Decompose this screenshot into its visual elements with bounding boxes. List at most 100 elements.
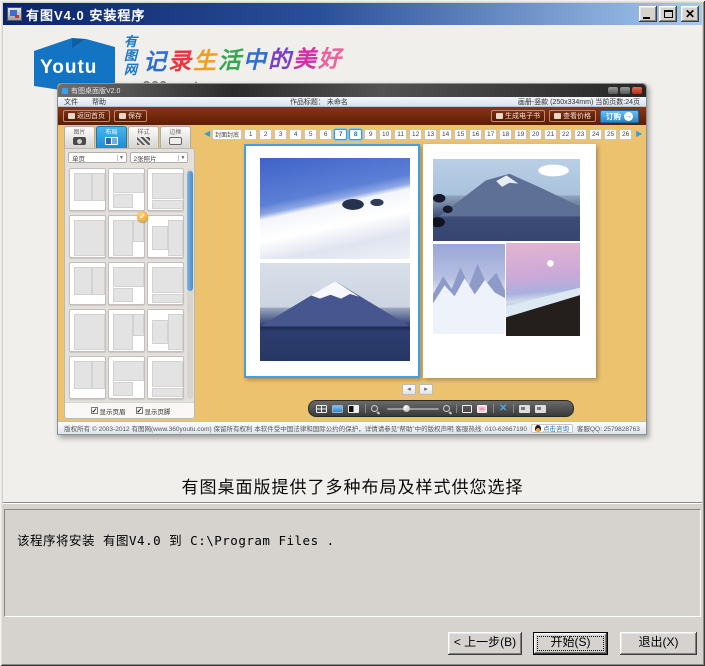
ebook-button[interactable]: 生成电子书 — [491, 110, 545, 122]
strip-right-arrow-icon[interactable]: ▶ — [636, 128, 642, 140]
page-button-7[interactable]: 7 — [334, 129, 347, 140]
page-button-17[interactable]: 17 — [484, 129, 497, 140]
page-button-25[interactable]: 25 — [604, 129, 617, 140]
page-button-1[interactable]: 1 — [244, 129, 257, 140]
photo-snow-peaks[interactable] — [433, 244, 505, 334]
page-button-20[interactable]: 20 — [529, 129, 542, 140]
show-header-checkbox[interactable]: ✓显示页眉 — [91, 406, 126, 416]
zoom-in-icon[interactable] — [443, 405, 450, 412]
layout-thumbnail[interactable] — [69, 356, 106, 399]
start-button[interactable]: 开始(S) — [533, 632, 608, 655]
qq-contact-button[interactable]: 点击咨询 — [531, 424, 573, 433]
page-button-19[interactable]: 19 — [514, 129, 527, 140]
page-button-11[interactable]: 11 — [394, 129, 407, 140]
photo-icon[interactable] — [519, 405, 530, 413]
maximize-button[interactable] — [659, 6, 677, 22]
layout-thumbnail[interactable] — [147, 215, 184, 258]
page-button-6[interactable]: 6 — [319, 129, 332, 140]
menu-help[interactable]: 帮助 — [92, 97, 106, 107]
layout-thumbnail[interactable]: ✓ — [108, 215, 145, 258]
grid-view-icon[interactable] — [316, 405, 327, 413]
slogan-char: 记 — [143, 48, 168, 74]
layout-thumbnail[interactable] — [108, 356, 145, 399]
photo-volcano[interactable] — [433, 159, 580, 241]
checkbox-check-icon: ✓ — [91, 407, 98, 414]
layout-thumbnail[interactable] — [108, 168, 145, 211]
page-button-3[interactable]: 3 — [274, 129, 287, 140]
app-maximize-icon[interactable] — [620, 87, 630, 94]
menu-file[interactable]: 文件 — [64, 97, 78, 107]
next-page-button[interactable]: ▸ — [419, 384, 433, 395]
border-icon — [169, 137, 182, 145]
sidebar-scrollbar[interactable] — [187, 169, 193, 399]
layout-thumbnail[interactable] — [147, 168, 184, 211]
single-page-icon[interactable] — [462, 405, 472, 413]
page-button-24[interactable]: 24 — [589, 129, 602, 140]
page-button-8[interactable]: 8 — [349, 129, 362, 140]
show-footer-checkbox[interactable]: ✓显示页脚 — [136, 406, 171, 416]
strip-left-arrow-icon[interactable]: ◀ — [204, 128, 210, 140]
page-button-2[interactable]: 2 — [259, 129, 272, 140]
page-button-16[interactable]: 16 — [469, 129, 482, 140]
layout-thumbnail[interactable] — [69, 215, 106, 258]
split-view-icon[interactable] — [348, 405, 359, 413]
back-button[interactable]: < 上一步(B) — [448, 632, 522, 655]
zoom-slider-handle[interactable] — [403, 405, 410, 412]
page-button-14[interactable]: 14 — [439, 129, 452, 140]
layout-thumbnail[interactable] — [69, 168, 106, 211]
app-titlebar: 有图桌面版V2.0 — [58, 84, 646, 97]
page-button-26[interactable]: 26 — [619, 129, 632, 140]
cover-pages-button[interactable]: 封面封底 — [212, 129, 242, 140]
page-type-select[interactable]: 单页 ▼ — [68, 152, 127, 163]
layout-thumbnail[interactable] — [147, 356, 184, 399]
zoom-out-icon[interactable] — [371, 405, 378, 412]
page-button-15[interactable]: 15 — [454, 129, 467, 140]
page-button-18[interactable]: 18 — [499, 129, 512, 140]
close-button[interactable]: ✕ — [681, 6, 699, 22]
swap-photos-icon[interactable]: ✕ — [499, 404, 507, 414]
layout-thumbnail[interactable] — [108, 309, 145, 352]
layout-thumbnail[interactable] — [108, 262, 145, 305]
page-button-12[interactable]: 12 — [409, 129, 422, 140]
page-button-13[interactable]: 13 — [424, 129, 437, 140]
tab-border[interactable]: 边框 — [160, 126, 191, 149]
ebook-icon — [496, 113, 503, 119]
layout-thumbnail[interactable] — [69, 309, 106, 352]
page-button-9[interactable]: 9 — [364, 129, 377, 140]
slope-dark — [506, 243, 580, 336]
page-button-10[interactable]: 10 — [379, 129, 392, 140]
zoom-slider[interactable] — [387, 408, 439, 410]
page-button-4[interactable]: 4 — [289, 129, 302, 140]
order-button[interactable]: 订购→ — [600, 110, 639, 123]
layout-thumbnail[interactable] — [147, 262, 184, 305]
photo-mount-fuji[interactable] — [260, 263, 410, 361]
photo-count-select[interactable]: 2张照片 ▼ — [130, 152, 189, 163]
right-page[interactable] — [423, 144, 596, 378]
tab-style[interactable]: 样式 — [128, 126, 159, 149]
scrollbar-thumb[interactable] — [187, 171, 193, 291]
left-page[interactable] — [244, 144, 420, 378]
slogan-char: 美 — [293, 46, 318, 72]
tab-pictures[interactable]: 图片 — [64, 126, 95, 149]
tab-layout[interactable]: 布局 — [96, 126, 127, 149]
prev-page-button[interactable]: ◂ — [402, 384, 416, 395]
home-button[interactable]: 返回首页 — [63, 110, 110, 122]
photo-snow-hill[interactable] — [260, 158, 410, 259]
page-button-23[interactable]: 23 — [574, 129, 587, 140]
layout-thumbnail[interactable] — [69, 262, 106, 305]
minimize-icon — [643, 17, 650, 19]
photo-add-icon[interactable] — [535, 405, 546, 413]
layout-thumbnail[interactable] — [147, 309, 184, 352]
app-minimize-icon[interactable] — [608, 87, 618, 94]
photo-moon-sunset[interactable] — [506, 243, 580, 336]
spread-page-icon[interactable] — [477, 405, 487, 413]
save-button[interactable]: 保存 — [114, 110, 147, 122]
exit-button[interactable]: 退出(X) — [620, 632, 697, 655]
app-close-icon[interactable] — [632, 87, 642, 94]
image-view-icon[interactable] — [332, 405, 343, 413]
page-button-22[interactable]: 22 — [559, 129, 572, 140]
page-button-21[interactable]: 21 — [544, 129, 557, 140]
price-button[interactable]: 查看价格 — [549, 110, 596, 122]
minimize-button[interactable] — [639, 6, 657, 22]
page-button-5[interactable]: 5 — [304, 129, 317, 140]
